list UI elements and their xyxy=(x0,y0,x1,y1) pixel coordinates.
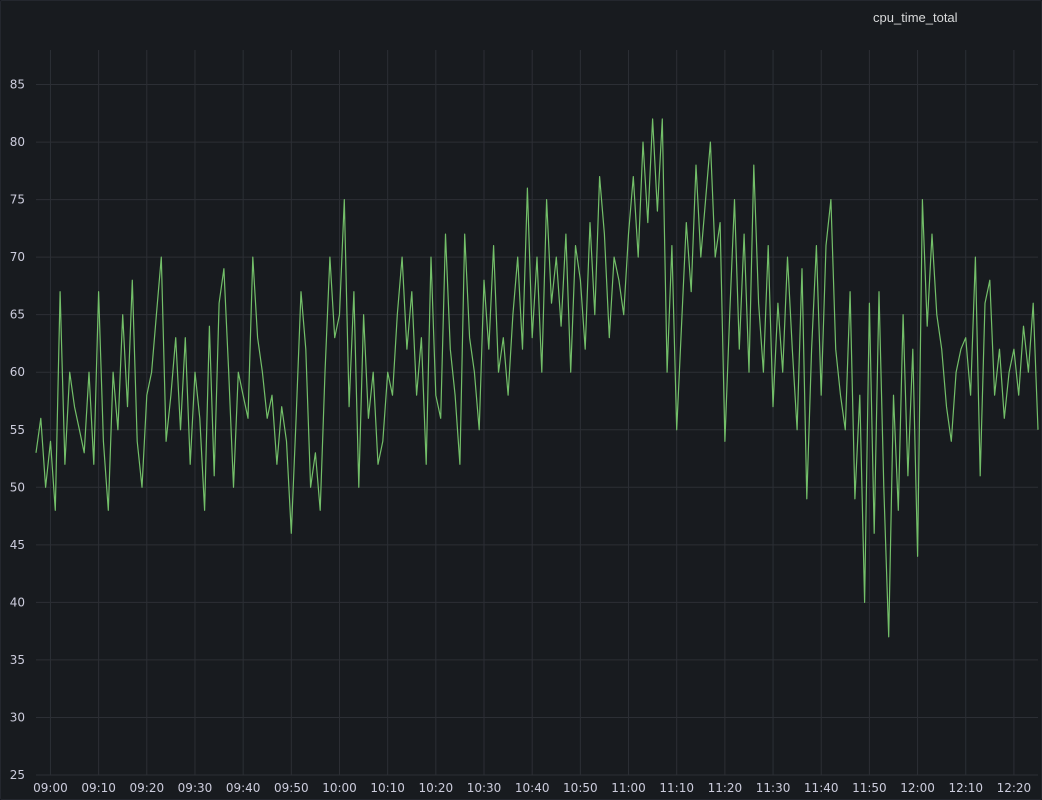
x-tick-label: 10:30 xyxy=(467,781,502,795)
x-tick-label: 09:30 xyxy=(178,781,213,795)
x-tick-label: 10:00 xyxy=(322,781,357,795)
y-tick-label: 75 xyxy=(10,193,25,207)
x-tick-label: 10:10 xyxy=(370,781,405,795)
y-tick-label: 45 xyxy=(10,538,25,552)
x-tick-label: 10:40 xyxy=(515,781,550,795)
x-tick-label: 09:50 xyxy=(274,781,309,795)
x-tick-label: 12:20 xyxy=(997,781,1032,795)
y-tick-label: 25 xyxy=(10,768,25,782)
x-tick-label: 10:50 xyxy=(563,781,598,795)
x-tick-label: 11:30 xyxy=(756,781,791,795)
y-tick-label: 70 xyxy=(10,250,25,264)
x-tick-label: 09:20 xyxy=(130,781,165,795)
y-tick-label: 60 xyxy=(10,365,25,379)
y-tick-label: 80 xyxy=(10,135,25,149)
x-tick-label: 09:10 xyxy=(81,781,116,795)
y-tick-label: 85 xyxy=(10,78,25,92)
y-tick-label: 55 xyxy=(10,423,25,437)
x-tick-label: 10:20 xyxy=(419,781,454,795)
series-layer xyxy=(35,118,1039,638)
x-tick-label: 09:00 xyxy=(33,781,68,795)
y-tick-label: 35 xyxy=(10,653,25,667)
x-tick-label: 11:10 xyxy=(659,781,694,795)
x-axis: 09:00 09:10 09:20 09:30 09:40 09:50 10:00 10:10… xyxy=(33,781,1031,795)
y-axis: 25 30 35 40 45 50 55 60 65 70 75 80 85 xyxy=(10,78,25,782)
line-chart: 25303540455055606570758085 09:00 09:10 09:… xyxy=(10,50,1039,795)
series-line-1 xyxy=(35,118,1039,638)
y-tick-label: 65 xyxy=(10,308,25,322)
y-tick-label: 30 xyxy=(10,710,25,724)
x-tick-label: 11:40 xyxy=(804,781,839,795)
grid xyxy=(36,50,1038,776)
x-tick-label: 09:40 xyxy=(226,781,261,795)
x-tick-label: 11:00 xyxy=(611,781,646,795)
y-tick-label: 40 xyxy=(10,595,25,609)
x-tick-label: 11:50 xyxy=(852,781,887,795)
x-tick-label: 12:10 xyxy=(948,781,983,795)
y-tick-label: 50 xyxy=(10,480,25,494)
x-tick-label: 12:00 xyxy=(900,781,935,795)
x-tick-label: 11:20 xyxy=(708,781,743,795)
